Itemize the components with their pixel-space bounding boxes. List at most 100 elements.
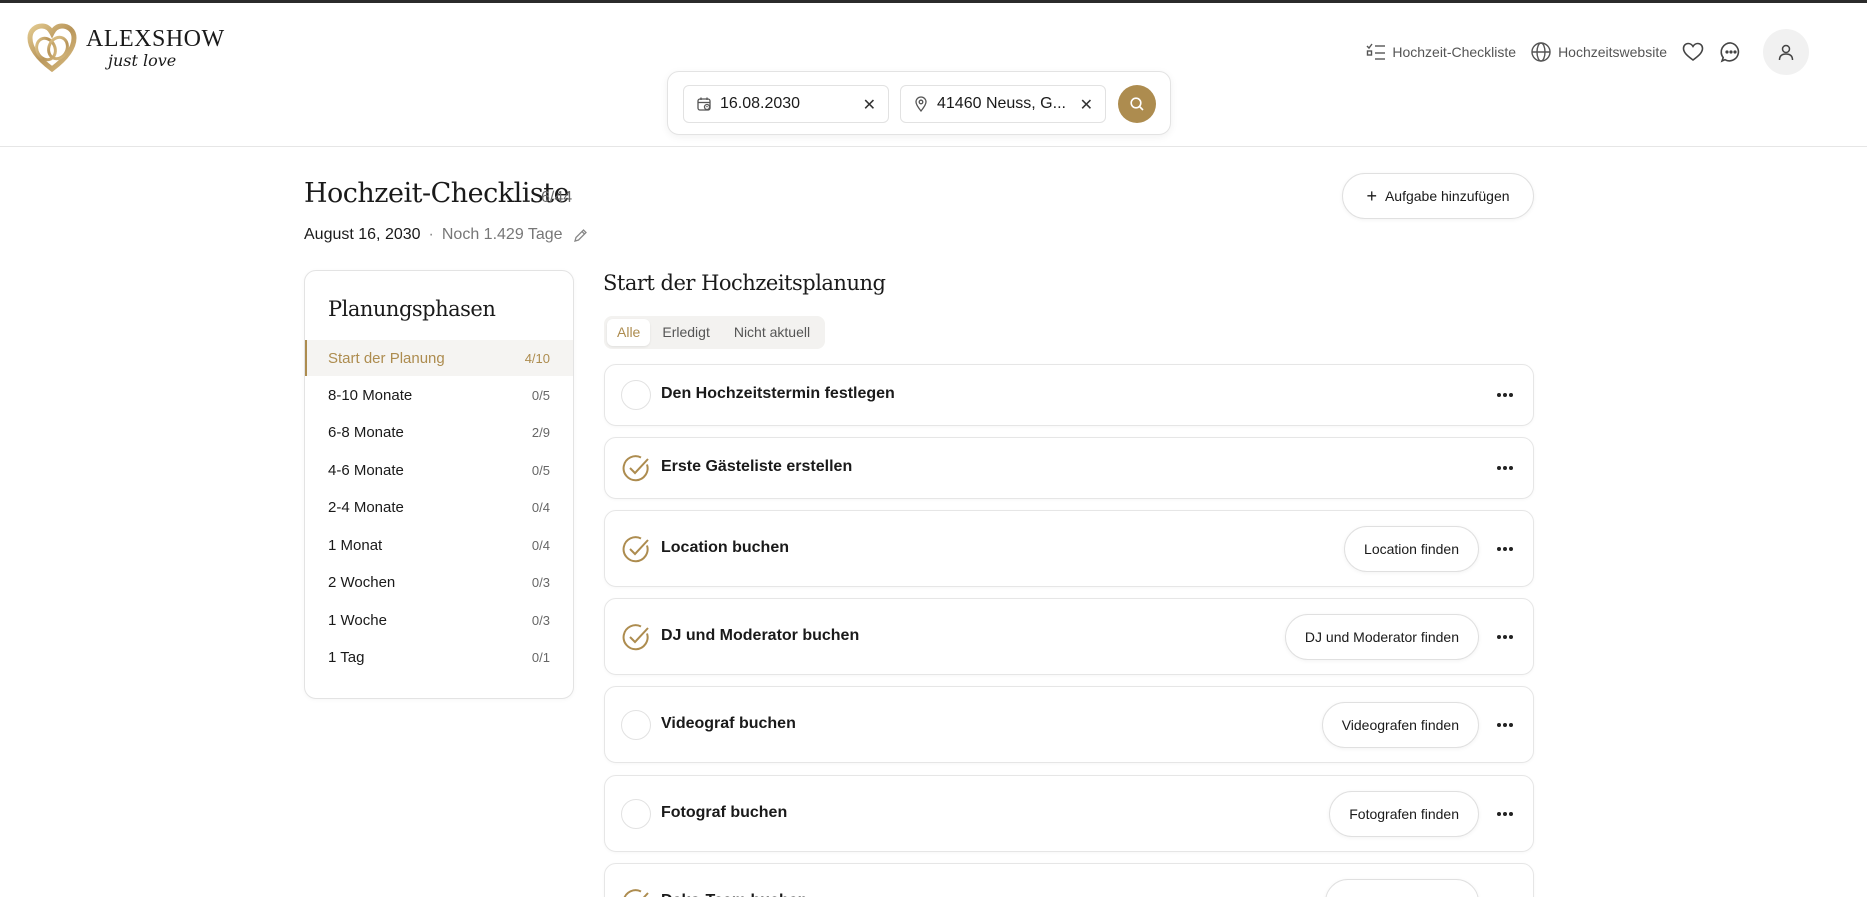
plus-icon: + [1366,185,1377,206]
task-row[interactable]: DJ und Moderator buchen DJ und Moderator … [604,598,1534,675]
task-checkbox[interactable] [621,380,651,410]
phase-count: 0/4 [531,499,550,515]
phase-item[interactable]: 1 Monat 0/4 [305,527,573,563]
phase-label: 2 Wochen [328,573,396,591]
favorites-button[interactable] [1681,40,1705,64]
edit-pencil-icon[interactable] [573,228,588,243]
task-checkbox-checked[interactable] [621,887,651,897]
chat-icon [1720,42,1740,63]
top-nav: Hochzeit-Checkliste Hochzeitswebsite [1366,29,1809,75]
heart-icon [1682,42,1704,61]
date-field[interactable]: 16.08.2030 ✕ [683,85,889,123]
more-options-icon[interactable] [1493,537,1517,561]
phase-count: 0/1 [531,649,550,665]
more-options-icon[interactable] [1493,890,1517,897]
phase-count: 0/3 [531,612,550,628]
find-vendor-button[interactable]: Deko-Team finden [1325,878,1479,897]
location-field[interactable]: 41460 Neuss, G... ✕ [900,85,1106,123]
section-title: Start der Hochzeitsplanung [603,271,886,295]
phase-label: 2-4 Monate [328,498,404,516]
task-checkbox-checked[interactable] [621,622,651,652]
more-options-icon[interactable] [1493,802,1517,826]
task-checkbox[interactable] [621,709,651,740]
find-vendor-button[interactable]: Fotografen finden [1329,790,1479,837]
task-name: Deko-Team buchen [661,892,807,897]
find-vendor-button[interactable]: Videografen finden [1321,701,1479,748]
task-row[interactable]: Erste Gästeliste erstellen [604,437,1534,499]
task-row[interactable]: Fotograf buchen Fotografen finden [604,775,1534,852]
task-checkbox-checked[interactable] [621,453,651,483]
check-done-icon [623,888,649,897]
task-checkbox-checked[interactable] [621,534,651,564]
phase-count: 0/5 [531,387,550,403]
nav-checklist-link[interactable]: Hochzeit-Checkliste [1366,43,1516,61]
check-done-icon [622,623,649,650]
logo-wordmark: ALEXSHOW [86,26,225,52]
logo-tagline: just love [108,51,177,70]
nav-checklist-label: Hochzeit-Checkliste [1392,44,1517,60]
phase-item[interactable]: 4-6 Monate 0/5 [305,452,573,488]
location-value: 41460 Neuss, G... [937,95,1066,112]
more-options-icon[interactable] [1493,713,1517,737]
task-name: Location buchen [661,538,789,556]
task-name: Erste Gästeliste erstellen [661,458,853,475]
clear-location-icon[interactable]: ✕ [1080,95,1093,115]
task-row[interactable]: Videograf buchen Videografen finden [604,686,1534,763]
search-bar: 16.08.2030 ✕ 41460 Neuss, G... ✕ [667,71,1171,135]
task-row[interactable]: Deko-Team buchen Deko-Team finden [604,863,1534,897]
find-vendor-button[interactable]: Location finden [1344,525,1479,572]
location-pin-icon [915,96,927,112]
nav-website-label: Hochzeitswebsite [1558,44,1667,60]
globe-icon [1531,42,1551,62]
phase-label: 1 Woche [328,611,387,629]
phases-panel: Planungsphasen Start der Planung 4/10 8-… [304,270,574,699]
progress-count: 6/44 [541,189,573,206]
days-remaining: Noch 1.429 Tage [441,226,563,243]
search-button[interactable] [1118,85,1156,123]
filter-tab-done[interactable]: Erledigt [650,319,721,346]
wedding-date-line: August 16, 2030 · Noch 1.429 Tage [304,226,588,244]
date-separator: · [428,226,434,243]
task-name: Den Hochzeitstermin festlegen [661,385,895,402]
user-avatar-button[interactable] [1763,29,1809,75]
phase-item[interactable]: 1 Tag 0/1 [305,639,573,675]
phase-item[interactable]: 2 Wochen 0/3 [305,564,573,600]
phase-label: 8-10 Monate [328,386,413,404]
phase-count: 4/10 [524,350,550,366]
search-icon [1130,97,1144,111]
task-row[interactable]: Den Hochzeitstermin festlegen [604,364,1534,426]
header: ALEXSHOW just love 16.08.2030 ✕ 41460 Ne… [0,3,1867,147]
rings-logo-icon [27,23,77,73]
phase-item[interactable]: 2-4 Monate 0/4 [305,489,573,525]
nav-website-link[interactable]: Hochzeitswebsite [1530,41,1667,63]
filter-tab-not-current[interactable]: Nicht aktuell [722,319,822,346]
more-options-icon[interactable] [1493,456,1517,480]
phases-title: Planungsphasen [328,297,496,321]
calendar-icon [697,97,711,111]
check-done-icon [622,455,649,482]
phase-label: 1 Tag [328,648,365,666]
phase-label: 1 Monat [328,536,383,554]
phase-item[interactable]: Start der Planung 4/10 [305,340,573,376]
task-checkbox[interactable] [621,798,651,829]
phase-item[interactable]: 1 Woche 0/3 [305,602,573,638]
add-task-button[interactable]: + Aufgabe hinzufügen [1342,173,1534,219]
logo[interactable]: ALEXSHOW just love [26,23,225,73]
task-row[interactable]: Location buchen Location finden [604,510,1534,587]
phase-label: 4-6 Monate [328,461,404,479]
phase-label: Start der Planung [328,349,445,367]
clear-date-icon[interactable]: ✕ [863,95,876,115]
phase-label: 6-8 Monate [328,423,404,441]
filter-tab-all[interactable]: Alle [607,319,651,346]
date-value: 16.08.2030 [720,95,801,112]
phase-count: 2/9 [531,424,550,440]
phase-item[interactable]: 6-8 Monate 2/9 [305,414,573,450]
more-options-icon[interactable] [1493,383,1517,407]
phase-item[interactable]: 8-10 Monate 0/5 [305,377,573,413]
more-options-icon[interactable] [1493,625,1517,649]
user-icon [1778,44,1794,61]
wedding-date: August 16, 2030 [304,226,421,243]
phase-count: 0/4 [531,537,550,553]
messages-button[interactable] [1719,40,1743,64]
find-vendor-button[interactable]: DJ und Moderator finden [1284,613,1479,660]
